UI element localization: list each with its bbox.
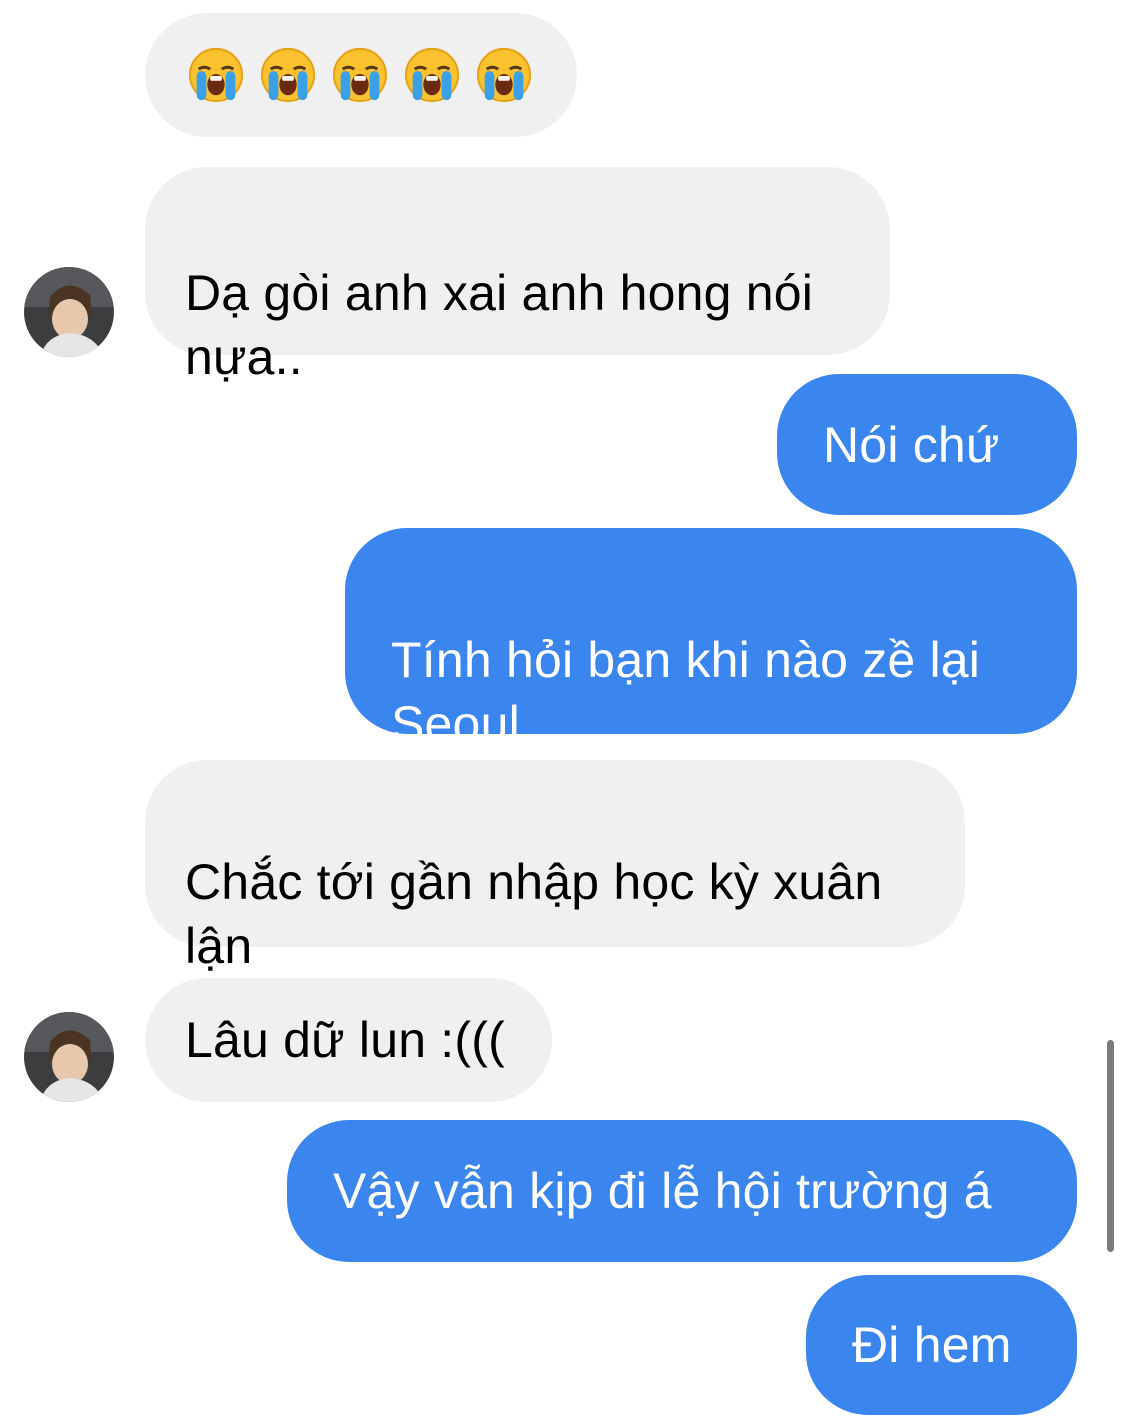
scrollbar[interactable] [1107, 1040, 1114, 1252]
loudly-crying-face-icon [260, 47, 316, 103]
incoming-message[interactable]: Chắc tới gần nhập học kỳ xuân lận [145, 760, 965, 974]
loudly-crying-face-icon [476, 47, 532, 103]
incoming-message[interactable]: Lâu dữ lun :((( [145, 978, 552, 1102]
message-text: Lâu dữ lun :((( [185, 1012, 505, 1068]
outgoing-message[interactable]: Tính hỏi bạn khi nào zề lại Seoul [345, 528, 1077, 752]
message-text: Dạ gòi anh xai anh hong nói nựa.. [185, 265, 814, 385]
emoji-row [187, 13, 535, 137]
loudly-crying-face-icon [332, 47, 388, 103]
contact-avatar[interactable] [24, 1012, 114, 1102]
message-text: Vậy vẫn kịp đi lễ hội trường á [333, 1163, 992, 1219]
outgoing-message[interactable]: Đi hem [806, 1275, 1077, 1415]
message-text: Chắc tới gần nhập học kỳ xuân lận [185, 854, 883, 974]
message-text: Tính hỏi bạn khi nào zề lại Seoul [391, 632, 981, 752]
contact-avatar[interactable] [24, 267, 114, 357]
outgoing-message[interactable]: Nói chứ [777, 374, 1077, 515]
incoming-message-emoji[interactable] [145, 13, 577, 137]
loudly-crying-face-icon [404, 47, 460, 103]
message-text: Nói chứ [823, 417, 1000, 473]
person-avatar-icon [24, 267, 114, 357]
person-avatar-icon [24, 1012, 114, 1102]
outgoing-message[interactable]: Vậy vẫn kịp đi lễ hội trường á [287, 1120, 1077, 1262]
loudly-crying-face-icon [188, 47, 244, 103]
message-text: Đi hem [852, 1317, 1012, 1373]
incoming-message[interactable]: Dạ gòi anh xai anh hong nói nựa.. [145, 167, 890, 385]
